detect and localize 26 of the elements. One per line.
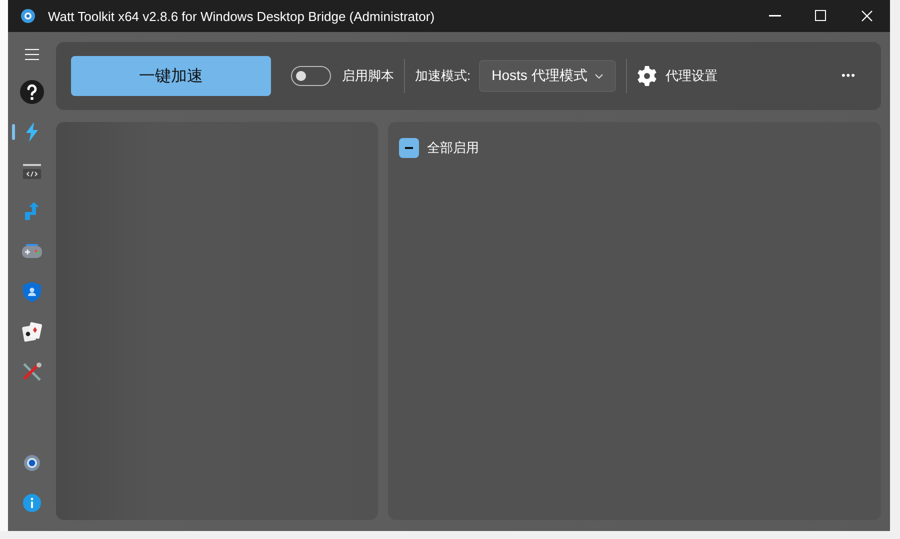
toggle-label: 启用脚本 (342, 67, 394, 85)
app-logo-icon (20, 8, 36, 24)
code-icon (22, 164, 42, 180)
mode-label: 加速模式: (415, 67, 471, 85)
proxy-settings-button[interactable]: 代理设置 (637, 66, 718, 86)
arrows-icon (22, 202, 42, 222)
window-title: Watt Toolkit x64 v2.8.6 for Windows Desktop Bridge (Administrator) (48, 8, 436, 24)
minimize-icon (769, 15, 781, 17)
select-all-checkbox[interactable]: 全部启用 (399, 138, 479, 158)
mode-dropdown[interactable]: Hosts 代理模式 (478, 60, 616, 92)
maximize-icon (815, 10, 827, 22)
settings-icon (23, 454, 41, 472)
menu-icon (25, 48, 39, 60)
accelerate-button[interactable]: 一键加速 (71, 56, 271, 96)
more-button[interactable]: ••• (841, 70, 856, 82)
lightning-icon (25, 122, 39, 142)
settings-icon (637, 66, 658, 86)
tools-icon (22, 362, 42, 382)
toggle-switch[interactable] (291, 66, 331, 86)
cards-icon (22, 322, 42, 342)
gamepad-icon (21, 244, 43, 260)
help-icon (19, 79, 45, 105)
chevron-down-icon (595, 74, 604, 78)
shield-user-icon (23, 282, 41, 302)
close-icon (861, 10, 873, 22)
info-icon (23, 494, 41, 512)
